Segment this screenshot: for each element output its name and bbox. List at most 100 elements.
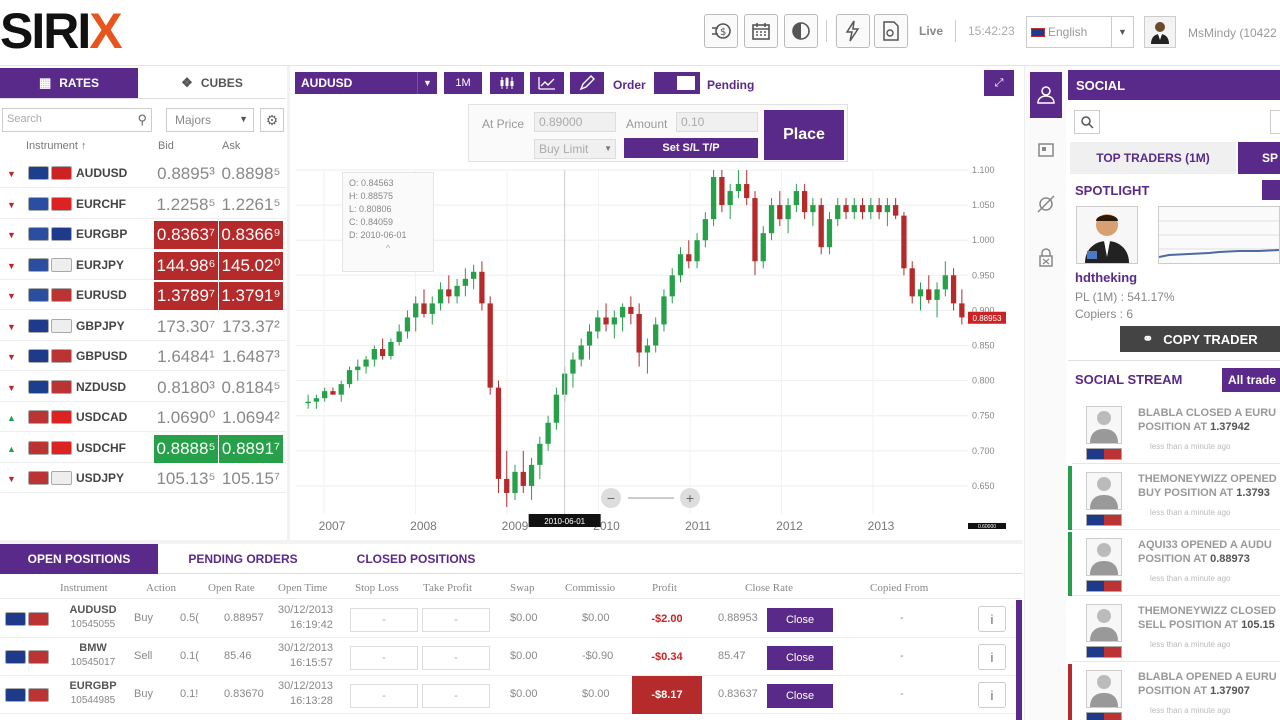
position-row[interactable]: AUDUSD 10545055 Buy 0.5(0.88957 30/12/2013 16… [0,600,1022,638]
tab-rates[interactable]: ▦ RATES [0,68,138,98]
rate-row-audusd[interactable]: ▼ AUDUSD 0.8895³ 0.8898⁵ [0,158,286,188]
at-price-input[interactable]: 0.89000 [534,112,616,132]
place-button[interactable]: Place [764,110,844,160]
col-instrument[interactable]: Instrument ↑ [26,140,87,152]
ask-price[interactable]: 0.8366⁹ [219,221,283,249]
fullscreen-icon[interactable]: ⤢ [984,70,1014,96]
bid-price[interactable]: 1.2258⁵ [154,191,218,219]
tab-pending-orders[interactable]: PENDING ORDERS [168,544,318,574]
stop-loss-input[interactable]: - [350,646,418,670]
col-instrument[interactable]: Instrument [60,582,108,594]
social-search-input[interactable] [1270,110,1280,134]
bid-price[interactable]: 105.13⁵ [154,465,218,493]
col-swap[interactable]: Swap [510,582,534,594]
ask-price[interactable]: 145.02⁰ [219,251,283,280]
theme-contrast-icon[interactable] [784,14,818,48]
col-copied-from[interactable]: Copied From [870,582,928,594]
rate-row-usdjpy[interactable]: ▼ USDJPY 105.13⁵ 105.15⁷ [0,463,286,493]
close-position-button[interactable]: Close [767,608,833,632]
col-take-profit[interactable]: Take Profit [423,582,472,594]
rate-row-gbpusd[interactable]: ▼ GBPUSD 1.6484¹ 1.6487³ [0,341,286,371]
lock-icon[interactable] [1032,244,1060,272]
trader-avatar[interactable] [1076,206,1138,264]
user-avatar[interactable] [1144,16,1176,48]
take-profit-input[interactable]: - [422,608,490,632]
rate-row-eurgbp[interactable]: ▼ EURGBP 0.8363⁷ 0.8366⁹ [0,219,286,249]
signal-icon[interactable] [1032,190,1060,218]
close-position-button[interactable]: Close [767,646,833,670]
zoom-slider[interactable] [628,497,674,499]
stream-item[interactable]: THEMONEYWIZZ CLOSED SELL POSITION AT 105.… [1068,598,1280,662]
amount-input[interactable]: 0.10 [676,112,758,132]
ask-price[interactable]: 1.0694² [219,404,283,432]
language-select[interactable]: English ▼ [1026,16,1134,48]
col-action[interactable]: Action [146,582,176,594]
rate-row-eurjpy[interactable]: ▼ EURJPY 144.98⁶ 145.02⁰ [0,250,286,280]
ask-price[interactable]: 0.8898⁵ [219,160,283,188]
gear-icon[interactable]: ⚙ [260,108,284,132]
ask-price[interactable]: 173.37² [219,313,283,341]
copy-trader-button[interactable]: ⚭ COPY TRADER [1120,326,1280,352]
report-icon[interactable] [874,14,908,48]
all-trades-filter[interactable]: All trade [1222,368,1280,392]
rate-row-usdcad[interactable]: ▲ USDCAD 1.0690⁰ 1.0694² [0,402,286,432]
social-users-icon[interactable] [1030,72,1062,118]
rate-row-nzdusd[interactable]: ▼ NZDUSD 0.8180³ 0.8184⁵ [0,372,286,402]
currency-exchange-icon[interactable]: $ [704,14,738,48]
bid-price[interactable]: 0.8888⁵ [154,434,218,463]
col-close-rate[interactable]: Close Rate [745,582,793,594]
rate-row-usdchf[interactable]: ▲ USDCHF 0.8888⁵ 0.8891⁷ [0,433,286,463]
info-icon[interactable]: i [978,606,1006,632]
tab-closed-positions[interactable]: CLOSED POSITIONS [336,544,496,574]
news-icon[interactable] [1032,136,1060,164]
ask-price[interactable]: 1.3791⁹ [219,282,283,310]
close-position-button[interactable]: Close [767,684,833,708]
position-row[interactable]: BMW 10545017 Sell 0.1(85.46 30/12/2013 16:15:… [0,638,1022,676]
ask-price[interactable]: 1.2261⁵ [219,191,283,219]
calendar-icon[interactable] [744,14,778,48]
candlestick-icon[interactable] [490,72,524,94]
tab-cubes[interactable]: ❖ CUBES [138,68,286,98]
stop-loss-input[interactable]: - [350,608,418,632]
search-input[interactable]: Search ⚲ [2,108,152,132]
stream-item[interactable]: THEMONEYWIZZ OPENED BUY POSITION AT 1.379… [1068,466,1280,530]
order-type-select[interactable]: Buy Limit ▼ [534,139,616,159]
stream-item[interactable]: AQUI33 OPENED A AUDU POSITION AT 0.88973 l… [1068,532,1280,596]
bid-price[interactable]: 0.8895³ [154,160,218,188]
zoom-in-icon[interactable]: + [680,488,700,508]
instrument-filter-select[interactable]: Majors ▼ [166,108,254,132]
info-icon[interactable]: i [978,644,1006,670]
bid-price[interactable]: 173.30⁷ [154,313,218,341]
ask-price[interactable]: 0.8184⁵ [219,374,283,402]
order-toggle[interactable] [654,72,700,94]
zoom-out-icon[interactable]: − [601,488,621,508]
ask-price[interactable]: 0.8891⁷ [219,434,283,463]
bid-price[interactable]: 1.3789⁷ [154,282,218,310]
trader-name[interactable]: hdtheking [1075,270,1137,285]
rate-row-gbpjpy[interactable]: ▼ GBPJPY 173.30⁷ 173.37² [0,311,286,341]
scrollbar[interactable] [1016,600,1022,720]
avatar[interactable] [1086,538,1122,576]
take-profit-input[interactable]: - [422,684,490,708]
line-chart-icon[interactable] [530,72,564,94]
bid-price[interactable]: 0.8180³ [154,374,218,402]
avatar[interactable] [1086,406,1122,444]
avatar[interactable] [1086,604,1122,642]
col-commission[interactable]: Commissio [565,582,615,594]
ask-price[interactable]: 105.15⁷ [219,465,283,493]
stream-item[interactable]: BLABLA CLOSED A EURU POSITION AT 1.37942 l… [1068,400,1280,464]
tab-top-traders[interactable]: TOP TRADERS (1M) [1070,142,1236,174]
flash-icon[interactable] [836,14,870,48]
tab-spotlight[interactable]: SP [1238,142,1280,174]
set-sl-tp-button[interactable]: Set S/L T/P [624,138,758,158]
rate-row-eurusd[interactable]: ▼ EURUSD 1.3789⁷ 1.3791⁹ [0,280,286,310]
order-label[interactable]: Order [613,78,646,92]
spotlight-nav[interactable] [1262,180,1280,200]
info-icon[interactable]: i [978,682,1006,708]
position-row[interactable]: EURGBP 10544985 Buy 0.1! 0.83670 30/12/2013 16… [0,676,1022,714]
rate-row-eurchf[interactable]: ▼ EURCHF 1.2258⁵ 1.2261⁵ [0,189,286,219]
tab-open-positions[interactable]: OPEN POSITIONS [0,544,158,574]
col-stop-loss[interactable]: Stop Loss [355,582,399,594]
period-button[interactable]: 1M [444,72,482,94]
search-user-icon[interactable] [1074,110,1100,134]
